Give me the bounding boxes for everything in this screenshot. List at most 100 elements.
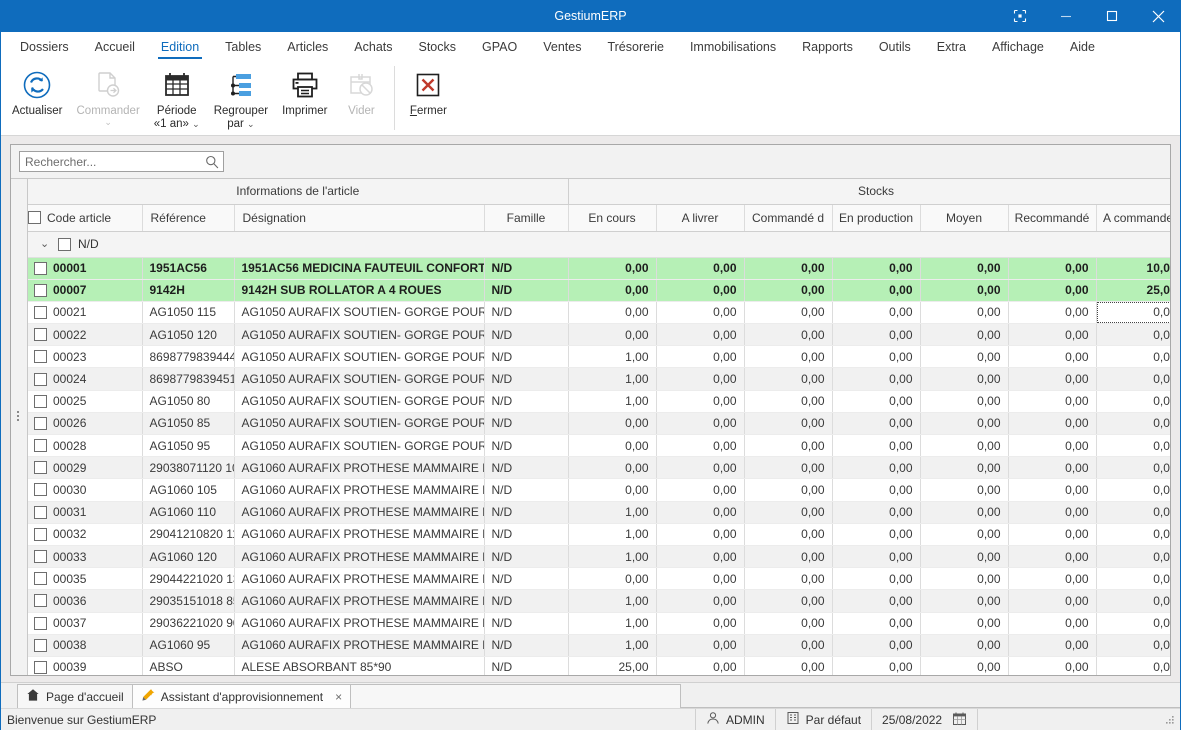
- cell-reference[interactable]: AG1050 115: [142, 301, 235, 325]
- cell-commande-d[interactable]: 0,00: [744, 279, 833, 302]
- cell-a-livrer[interactable]: 0,00: [656, 589, 745, 613]
- cell-reference[interactable]: 29036221020 90: [142, 612, 235, 635]
- row-select-checkbox[interactable]: [34, 660, 47, 674]
- cell-commande-d[interactable]: 0,00: [744, 501, 833, 524]
- cell-a-livrer[interactable]: 0,00: [656, 456, 745, 480]
- cell-famille[interactable]: N/D: [484, 434, 569, 458]
- close-icon[interactable]: [1135, 0, 1181, 32]
- cell-famille[interactable]: N/D: [484, 301, 569, 325]
- cell-en-production[interactable]: 0,00: [832, 434, 921, 458]
- cell-a-commander[interactable]: 0,00: [1096, 612, 1170, 635]
- articles-grid[interactable]: Informations de l'article Stocks Code ar…: [28, 179, 1170, 675]
- cell-famille[interactable]: N/D: [484, 634, 569, 657]
- cell-famille[interactable]: N/D: [484, 523, 569, 546]
- cell-recommande[interactable]: 0,00: [1008, 390, 1097, 413]
- row-select-checkbox[interactable]: [34, 572, 47, 586]
- cell-code-article[interactable]: 00039: [28, 656, 143, 675]
- cell-famille[interactable]: N/D: [484, 345, 569, 369]
- cell-reference[interactable]: AG1050 120: [142, 323, 235, 347]
- status-profile[interactable]: Par défaut: [774, 708, 871, 730]
- row-select-checkbox[interactable]: [34, 328, 47, 342]
- cell-code-article[interactable]: 00024: [28, 367, 143, 391]
- cell-reference[interactable]: 29044221020 130: [142, 567, 235, 591]
- row-select-checkbox[interactable]: [34, 372, 47, 386]
- cell-commande-d[interactable]: 0,00: [744, 323, 833, 347]
- table-row[interactable]: 00038 AG1060 95 AG1060 AURAFIX PROTHESE MA…: [28, 634, 1170, 657]
- cell-recommande[interactable]: 0,00: [1008, 434, 1097, 458]
- column-header-reference[interactable]: Référence: [142, 204, 235, 232]
- cell-code-article[interactable]: 00023: [28, 345, 143, 369]
- row-select-checkbox[interactable]: [34, 483, 47, 497]
- cell-designation[interactable]: AG1060 AURAFIX PROTHESE MAMMAIRE EXTE: [234, 456, 485, 480]
- cell-a-livrer[interactable]: 0,00: [656, 612, 745, 635]
- cell-code-article[interactable]: 00001: [28, 257, 143, 280]
- cell-famille[interactable]: N/D: [484, 279, 569, 302]
- menu-tab-dossiers[interactable]: Dossiers: [7, 34, 82, 60]
- table-row[interactable]: 00024 8698779839451 AG1050 AURAFIX SOUTIEN…: [28, 367, 1170, 391]
- column-header-designation[interactable]: Désignation: [234, 204, 485, 232]
- cell-famille[interactable]: N/D: [484, 589, 569, 613]
- cell-en-production[interactable]: 0,00: [832, 279, 921, 302]
- cell-famille[interactable]: N/D: [484, 367, 569, 391]
- table-row[interactable]: 00035 29044221020 130AG1060 AURAFIX PROTH…: [28, 567, 1170, 591]
- row-select-checkbox[interactable]: [34, 283, 47, 297]
- cell-en-production[interactable]: 0,00: [832, 567, 921, 591]
- cell-moyen[interactable]: 0,00: [920, 434, 1009, 458]
- table-row[interactable]: 00039 ABSO ALESE ABSORBANT 85*90 N/D 25,00 0,…: [28, 656, 1170, 675]
- cell-en-production[interactable]: 0,00: [832, 323, 921, 347]
- gutter-drag-handle[interactable]: [17, 411, 21, 423]
- cell-recommande[interactable]: 0,00: [1008, 301, 1097, 325]
- cell-a-livrer[interactable]: 0,00: [656, 567, 745, 591]
- cell-en-production[interactable]: 0,00: [832, 523, 921, 546]
- menu-tab-tables[interactable]: Tables: [212, 34, 274, 60]
- cell-famille[interactable]: N/D: [484, 478, 569, 502]
- cell-reference[interactable]: 8698779839444 12: [142, 345, 235, 369]
- cell-recommande[interactable]: 0,00: [1008, 323, 1097, 347]
- cell-designation[interactable]: AG1060 AURAFIX PROTHESE MAMMAIRE EXTE: [234, 478, 485, 502]
- cell-recommande[interactable]: 0,00: [1008, 367, 1097, 391]
- cell-code-article[interactable]: 00028: [28, 434, 143, 458]
- cell-moyen[interactable]: 0,00: [920, 412, 1009, 436]
- cell-moyen[interactable]: 0,00: [920, 501, 1009, 524]
- cell-code-article[interactable]: 00025: [28, 390, 143, 413]
- cell-en-cours[interactable]: 1,00: [568, 612, 657, 635]
- cell-designation[interactable]: AG1050 AURAFIX SOUTIEN- GORGE POUR PRO: [234, 434, 485, 458]
- cell-moyen[interactable]: 0,00: [920, 301, 1009, 325]
- cell-designation[interactable]: AG1060 AURAFIX PROTHESE MAMMAIRE EXTE: [234, 523, 485, 546]
- menu-tab-ventes[interactable]: Ventes: [530, 34, 594, 60]
- cell-a-livrer[interactable]: 0,00: [656, 634, 745, 657]
- cell-moyen[interactable]: 0,00: [920, 390, 1009, 413]
- row-select-checkbox[interactable]: [34, 439, 47, 453]
- close-icon[interactable]: ×: [335, 690, 342, 704]
- menu-tab-immobilisations[interactable]: Immobilisations: [677, 34, 789, 60]
- row-select-checkbox[interactable]: [34, 594, 47, 608]
- cell-code-article[interactable]: 00021: [28, 301, 143, 325]
- menu-tab-gpao[interactable]: GPAO: [469, 34, 530, 60]
- cell-a-commander[interactable]: 0,00: [1096, 345, 1170, 369]
- cell-a-livrer[interactable]: 0,00: [656, 279, 745, 302]
- cell-a-commander[interactable]: 0,00: [1096, 656, 1170, 675]
- cell-designation[interactable]: AG1060 AURAFIX PROTHESE MAMMAIRE EXTE: [234, 589, 485, 613]
- cell-famille[interactable]: N/D: [484, 501, 569, 524]
- column-header-en-cours[interactable]: En cours: [568, 204, 657, 232]
- minimize-icon[interactable]: [1043, 0, 1089, 32]
- cell-moyen[interactable]: 0,00: [920, 523, 1009, 546]
- cell-code-article[interactable]: 00037: [28, 612, 143, 635]
- cell-a-commander[interactable]: 0,00: [1096, 367, 1170, 391]
- cell-reference[interactable]: AG1060 95: [142, 634, 235, 657]
- cell-designation[interactable]: AG1060 AURAFIX PROTHESE MAMMAIRE EXTE: [234, 545, 485, 569]
- cell-en-cours[interactable]: 0,00: [568, 434, 657, 458]
- cell-commande-d[interactable]: 0,00: [744, 478, 833, 502]
- cell-a-livrer[interactable]: 0,00: [656, 345, 745, 369]
- cell-en-cours[interactable]: 1,00: [568, 390, 657, 413]
- cell-en-cours[interactable]: 1,00: [568, 589, 657, 613]
- cell-designation[interactable]: AG1050 AURAFIX SOUTIEN- GORGE POUR PRO: [234, 301, 485, 325]
- cell-a-livrer[interactable]: 0,00: [656, 301, 745, 325]
- cell-commande-d[interactable]: 0,00: [744, 589, 833, 613]
- row-select-checkbox[interactable]: [34, 616, 47, 630]
- cell-en-production[interactable]: 0,00: [832, 301, 921, 325]
- chevron-down-icon[interactable]: ⌄: [247, 119, 255, 129]
- cell-en-cours[interactable]: 0,00: [568, 301, 657, 325]
- cell-moyen[interactable]: 0,00: [920, 656, 1009, 675]
- cell-a-commander[interactable]: 25,00: [1096, 279, 1170, 302]
